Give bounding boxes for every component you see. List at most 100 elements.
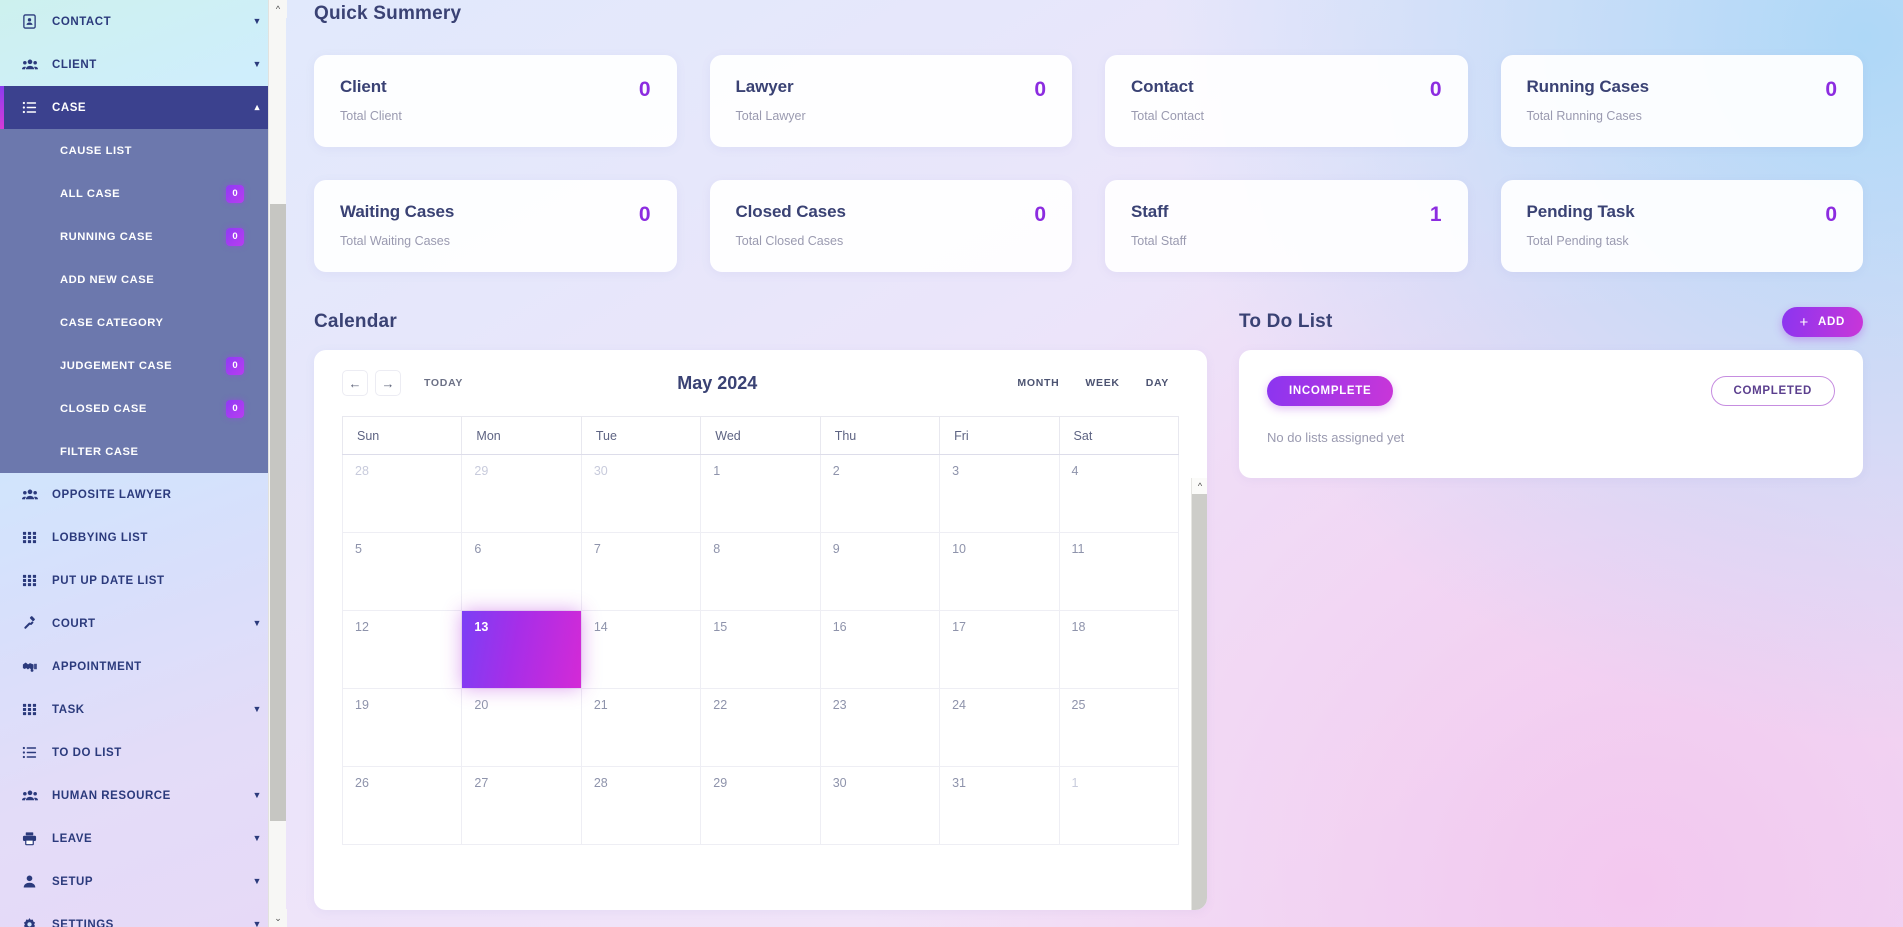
- sidebar-item-task[interactable]: TASK ▼: [0, 688, 268, 731]
- calendar-day-cell[interactable]: 30: [819, 766, 941, 845]
- sidebar-scrollbar[interactable]: ^ ⌄: [268, 0, 287, 927]
- sidebar-item-contact[interactable]: CONTACT ▼: [0, 0, 268, 43]
- add-todo-button[interactable]: + ADD: [1781, 307, 1863, 337]
- submenu-item-closed-case[interactable]: CLOSED CASE 0: [0, 387, 268, 430]
- calendar-day-cell[interactable]: 11: [1058, 532, 1180, 611]
- stat-card-top: Client 0: [340, 77, 651, 100]
- stat-card-staff[interactable]: Staff 1 Total Staff: [1105, 180, 1468, 272]
- calendar-day-cell[interactable]: 8: [700, 532, 821, 611]
- chevron-up-icon[interactable]: ▼: [246, 103, 268, 113]
- submenu-item-running-case[interactable]: RUNNING CASE 0: [0, 215, 268, 258]
- calendar-day-cell[interactable]: 10: [939, 532, 1060, 611]
- stat-card-client[interactable]: Client 0 Total Client: [314, 55, 677, 147]
- submenu-item-judgement-case[interactable]: JUDGEMENT CASE 0: [0, 344, 268, 387]
- submenu-item-filter-case[interactable]: FILTER CASE: [0, 430, 268, 473]
- calendar-header-row: Sun Mon Tue Wed Thu Fri Sat: [341, 416, 1180, 455]
- sidebar-item-label: PUT UP DATE LIST: [52, 574, 165, 587]
- calendar-day-number: 13: [474, 620, 489, 634]
- stat-card-running-cases[interactable]: Running Cases 0 Total Running Cases: [1500, 55, 1863, 147]
- calendar-view-week[interactable]: WEEK: [1075, 370, 1130, 396]
- stat-card-pending-task[interactable]: Pending Task 0 Total Pending task: [1500, 180, 1863, 272]
- chevron-down-icon[interactable]: ▼: [246, 791, 268, 800]
- calendar-day-cell[interactable]: 20: [461, 688, 582, 767]
- calendar-day-cell[interactable]: 22: [700, 688, 821, 767]
- calendar-day-cell[interactable]: 18: [1058, 610, 1180, 689]
- calendar-day-cell[interactable]: 29: [461, 454, 582, 533]
- chevron-down-icon[interactable]: ▼: [246, 619, 268, 628]
- calendar-day-cell[interactable]: 15: [700, 610, 821, 689]
- sidebar-item-put-up-date-list[interactable]: PUT UP DATE LIST: [0, 559, 268, 602]
- sidebar-item-settings[interactable]: SETTINGS ▼: [0, 903, 268, 927]
- calendar-day-cell[interactable]: 1: [700, 454, 821, 533]
- submenu-item-all-case[interactable]: ALL CASE 0: [0, 172, 268, 215]
- sidebar-scrollbar-thumb[interactable]: [270, 204, 286, 821]
- calendar-scrollbar-thumb[interactable]: [1192, 494, 1207, 910]
- calendar-day-cell[interactable]: 7: [580, 532, 702, 611]
- submenu-item-add-new-case[interactable]: ADD NEW CASE: [0, 258, 268, 301]
- calendar-day-cell[interactable]: 31: [939, 766, 1060, 845]
- calendar-scroll-up-icon[interactable]: ^: [1192, 478, 1207, 494]
- calendar-day-cell[interactable]: 4: [1058, 454, 1180, 533]
- chevron-down-icon[interactable]: ▼: [246, 60, 268, 69]
- tab-incomplete[interactable]: INCOMPLETE: [1267, 376, 1394, 406]
- stat-card-waiting-cases[interactable]: Waiting Cases 0 Total Waiting Cases: [314, 180, 677, 272]
- calendar-day-cell[interactable]: 2: [819, 454, 941, 533]
- stat-card-lawyer[interactable]: Lawyer 0 Total Lawyer: [709, 55, 1072, 147]
- sidebar-item-human-resource[interactable]: HUMAN RESOURCE ▼: [0, 774, 268, 817]
- calendar-day-cell[interactable]: 14: [580, 610, 702, 689]
- calendar-day-cell[interactable]: 17: [939, 610, 1060, 689]
- tab-completed[interactable]: COMPLETED: [1710, 376, 1835, 406]
- submenu-item-case-category[interactable]: CASE CATEGORY: [0, 301, 268, 344]
- calendar-day-cell-today[interactable]: 13: [461, 610, 582, 689]
- sidebar-item-lobbying-list[interactable]: LOBBYING LIST: [0, 516, 268, 559]
- calendar-day-cell[interactable]: 28: [341, 454, 463, 533]
- calendar-scrollbar[interactable]: ^: [1191, 478, 1207, 910]
- sidebar-item-court[interactable]: COURT ▼: [0, 602, 268, 645]
- calendar-day-cell[interactable]: 9: [819, 532, 941, 611]
- chevron-down-icon[interactable]: ▼: [246, 17, 268, 26]
- chevron-down-icon[interactable]: ▼: [246, 877, 268, 886]
- todo-column: To Do List + ADD INCOMPLETE COMPLETED No…: [1239, 306, 1863, 910]
- calendar-day-cell[interactable]: 24: [939, 688, 1060, 767]
- calendar-day-cell[interactable]: 29: [700, 766, 821, 845]
- calendar-day-cell[interactable]: 1: [1058, 766, 1180, 845]
- calendar-day-cell[interactable]: 16: [819, 610, 941, 689]
- calendar-day-cell[interactable]: 23: [819, 688, 941, 767]
- calendar-day-cell[interactable]: 6: [461, 532, 582, 611]
- calendar-day-cell[interactable]: 5: [341, 532, 463, 611]
- stat-card-contact[interactable]: Contact 0 Total Contact: [1105, 55, 1468, 147]
- chevron-down-icon[interactable]: ▼: [246, 920, 268, 927]
- calendar-prev-button[interactable]: ←: [342, 370, 368, 396]
- calendar-day-cell[interactable]: 12: [341, 610, 463, 689]
- stat-card-top: Contact 0: [1131, 77, 1442, 100]
- submenu-item-cause-list[interactable]: CAUSE LIST: [0, 129, 268, 172]
- calendar-day-cell[interactable]: 28: [580, 766, 702, 845]
- calendar-view-month[interactable]: MONTH: [1007, 370, 1070, 396]
- stat-card-closed-cases[interactable]: Closed Cases 0 Total Closed Cases: [709, 180, 1072, 272]
- calendar-day-cell[interactable]: 30: [580, 454, 702, 533]
- stat-card-top: Lawyer 0: [736, 77, 1047, 100]
- calendar-day-cell[interactable]: 27: [461, 766, 582, 845]
- sidebar-item-leave[interactable]: LEAVE ▼: [0, 817, 268, 860]
- chevron-down-icon[interactable]: ▼: [246, 705, 268, 714]
- calendar-day-cell[interactable]: 21: [580, 688, 702, 767]
- sidebar-item-case[interactable]: CASE ▼: [0, 86, 268, 129]
- calendar-day-cell[interactable]: 25: [1058, 688, 1180, 767]
- add-todo-label: ADD: [1817, 316, 1845, 328]
- calendar-day-cell[interactable]: 19: [341, 688, 463, 767]
- scroll-up-icon[interactable]: ^: [269, 0, 287, 18]
- calendar-day-cell[interactable]: 3: [939, 454, 1060, 533]
- calendar-next-button[interactable]: →: [375, 370, 401, 396]
- calendar-day-cell[interactable]: 26: [341, 766, 463, 845]
- chevron-down-icon[interactable]: ▼: [246, 834, 268, 843]
- scroll-down-icon[interactable]: ⌄: [269, 909, 287, 927]
- sidebar-item-to-do-list[interactable]: TO DO LIST: [0, 731, 268, 774]
- submenu-item-badge: 0: [226, 184, 244, 203]
- sidebar-item-client[interactable]: CLIENT ▼: [0, 43, 268, 86]
- sidebar-item-appointment[interactable]: APPOINTMENT: [0, 645, 268, 688]
- sidebar-item-opposite-lawyer[interactable]: OPPOSITE LAWYER: [0, 473, 268, 516]
- sidebar-item-setup[interactable]: SETUP ▼: [0, 860, 268, 903]
- list-icon: [22, 100, 44, 115]
- calendar-view-day[interactable]: DAY: [1135, 370, 1179, 396]
- sidebar-item-label: LEAVE: [52, 832, 93, 845]
